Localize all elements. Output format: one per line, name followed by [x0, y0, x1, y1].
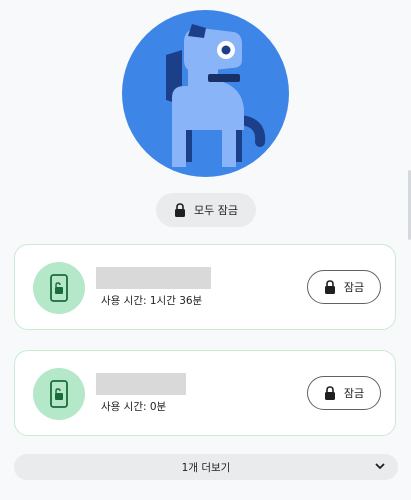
- show-more-label: 1개 더보기: [181, 461, 231, 474]
- app-icon: [33, 262, 85, 314]
- lock-button-label: 잠금: [343, 281, 365, 294]
- lock-icon: [324, 280, 335, 294]
- avatar: [122, 10, 289, 177]
- lock-button[interactable]: 잠금: [307, 376, 381, 410]
- app-icon: [33, 368, 85, 420]
- app-usage-card: 사용 시간: 0분 잠금: [14, 350, 396, 436]
- lock-icon: [324, 386, 335, 400]
- chevron-down-icon: [375, 463, 385, 469]
- usage-time: 사용 시간: 0분: [101, 401, 167, 413]
- app-name-redacted: [96, 267, 211, 289]
- phone-unlock-icon: [50, 274, 68, 302]
- lock-all-label: 모두 잠금: [194, 204, 238, 217]
- app-usage-card: 사용 시간: 1시간 36분 잠금: [14, 244, 396, 330]
- app-name-redacted: [96, 373, 186, 395]
- phone-unlock-icon: [50, 380, 68, 408]
- usage-time: 사용 시간: 1시간 36분: [101, 295, 203, 307]
- lock-button[interactable]: 잠금: [307, 270, 381, 304]
- lock-all-button[interactable]: 모두 잠금: [156, 193, 256, 227]
- lock-icon: [175, 203, 185, 217]
- show-more-button[interactable]: 1개 더보기: [14, 454, 398, 480]
- dog-avatar-illustration: [166, 24, 266, 167]
- lock-button-label: 잠금: [343, 387, 365, 400]
